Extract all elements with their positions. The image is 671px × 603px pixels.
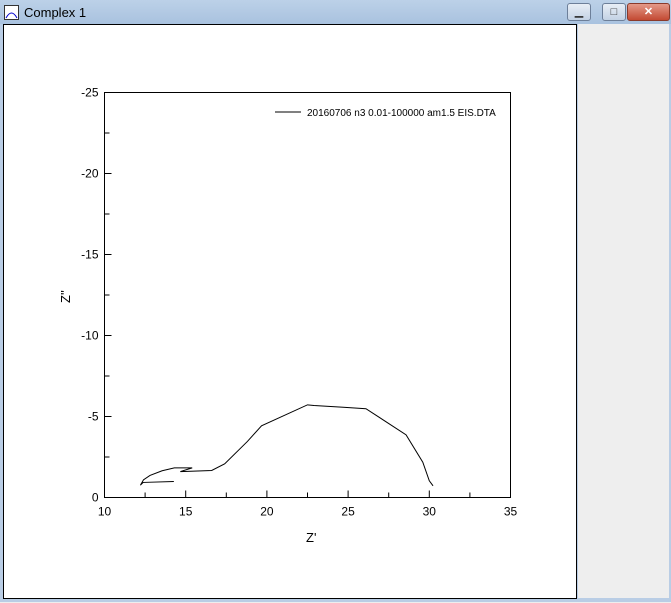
y-tick-label: -5 — [88, 410, 99, 424]
y-tick-label: -15 — [81, 248, 99, 262]
y-tick-label: -25 — [81, 86, 99, 100]
nyquist-chart: 10 15 20 25 30 35 0 -5 -10 -15 -20 -25 20160706 n3 … — [58, 86, 518, 546]
x-axis-label: Z' — [306, 530, 316, 545]
chart-app-icon — [4, 5, 19, 20]
y-tick-label: -20 — [81, 167, 99, 181]
minimize-button[interactable]: ▁ — [567, 3, 591, 21]
x-tick-label: 15 — [179, 505, 193, 519]
y-tick-label: 0 — [92, 491, 99, 505]
close-button[interactable]: ✕ — [627, 3, 670, 21]
x-tick-label: 30 — [423, 505, 437, 519]
x-tick-label: 10 — [98, 505, 112, 519]
chart-canvas: 10 15 20 25 30 35 0 -5 -10 -15 -20 -25 20160706 n3 … — [3, 24, 577, 599]
title-bar: Complex 1 ▁ □ ✕ — [0, 0, 671, 24]
plot-frame — [104, 92, 511, 498]
series-line — [139, 404, 434, 487]
x-tick-label: 35 — [504, 505, 518, 519]
y-axis-label: Z'' — [58, 290, 73, 303]
x-tick-label: 20 — [260, 505, 274, 519]
maximize-button[interactable]: □ — [602, 3, 626, 21]
legend-label: 20160706 n3 0.01-100000 am1.5 EIS.DTA — [307, 108, 496, 119]
window-title: Complex 1 — [24, 5, 87, 20]
x-tick-label: 25 — [341, 505, 355, 519]
side-panel — [578, 24, 669, 598]
y-tick-label: -10 — [81, 329, 99, 343]
